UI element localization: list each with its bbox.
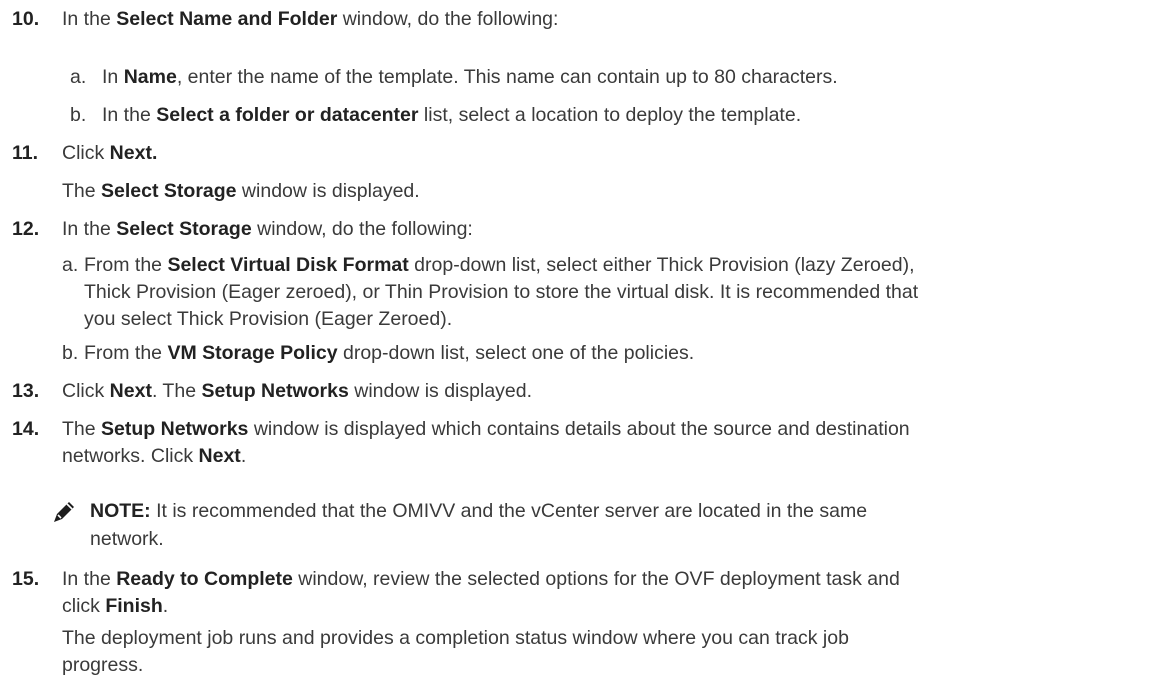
step-detail-continued: progress. (62, 654, 144, 676)
substep-text: From the VM Storage Policy drop-down lis… (84, 342, 695, 364)
step-number: 12. (12, 218, 40, 240)
step-text: In the Select Storage window, do the fol… (62, 218, 473, 240)
substep-text-continued: Thick Provision (Eager zeroed), or Thin … (84, 281, 919, 303)
note-text-continued: network. (90, 528, 164, 550)
substep-letter: a. (70, 66, 87, 88)
step-text: The Setup Networks window is displayed w… (62, 418, 910, 440)
note-text: NOTE: It is recommended that the OMIVV a… (90, 500, 868, 522)
step-text: In the Ready to Complete window, review … (62, 568, 900, 590)
step-number: 11. (12, 142, 39, 164)
step-text-continued: networks. Click Next. (62, 445, 247, 467)
step-number: 14. (12, 418, 40, 440)
step-detail: The deployment job runs and provides a c… (62, 627, 849, 649)
substep-letter: b. (62, 342, 79, 364)
substep-text: In Name, enter the name of the template.… (102, 66, 838, 88)
note-label: NOTE: (90, 500, 151, 522)
substep-text-continued: you select Thick Provision (Eager Zeroed… (84, 308, 453, 330)
step-number: 10. (12, 8, 40, 30)
step-text: Click Next. The Setup Networks window is… (62, 380, 533, 402)
step-number: 13. (12, 380, 40, 402)
step-text-continued: click Finish. (62, 595, 169, 617)
step-detail: The Select Storage window is displayed. (62, 180, 420, 202)
step-number: 15. (12, 568, 40, 590)
substep-letter: b. (70, 104, 87, 126)
document-page: 10. In the Select Name and Folder window… (0, 0, 1160, 678)
pencil-note-icon (52, 500, 76, 524)
substep-text: In the Select a folder or datacenter lis… (102, 104, 802, 126)
substep-text: From the Select Virtual Disk Format drop… (84, 254, 915, 276)
step-text: Click Next. (62, 142, 158, 164)
step-text: In the Select Name and Folder window, do… (62, 8, 559, 30)
substep-letter: a. (62, 254, 79, 276)
